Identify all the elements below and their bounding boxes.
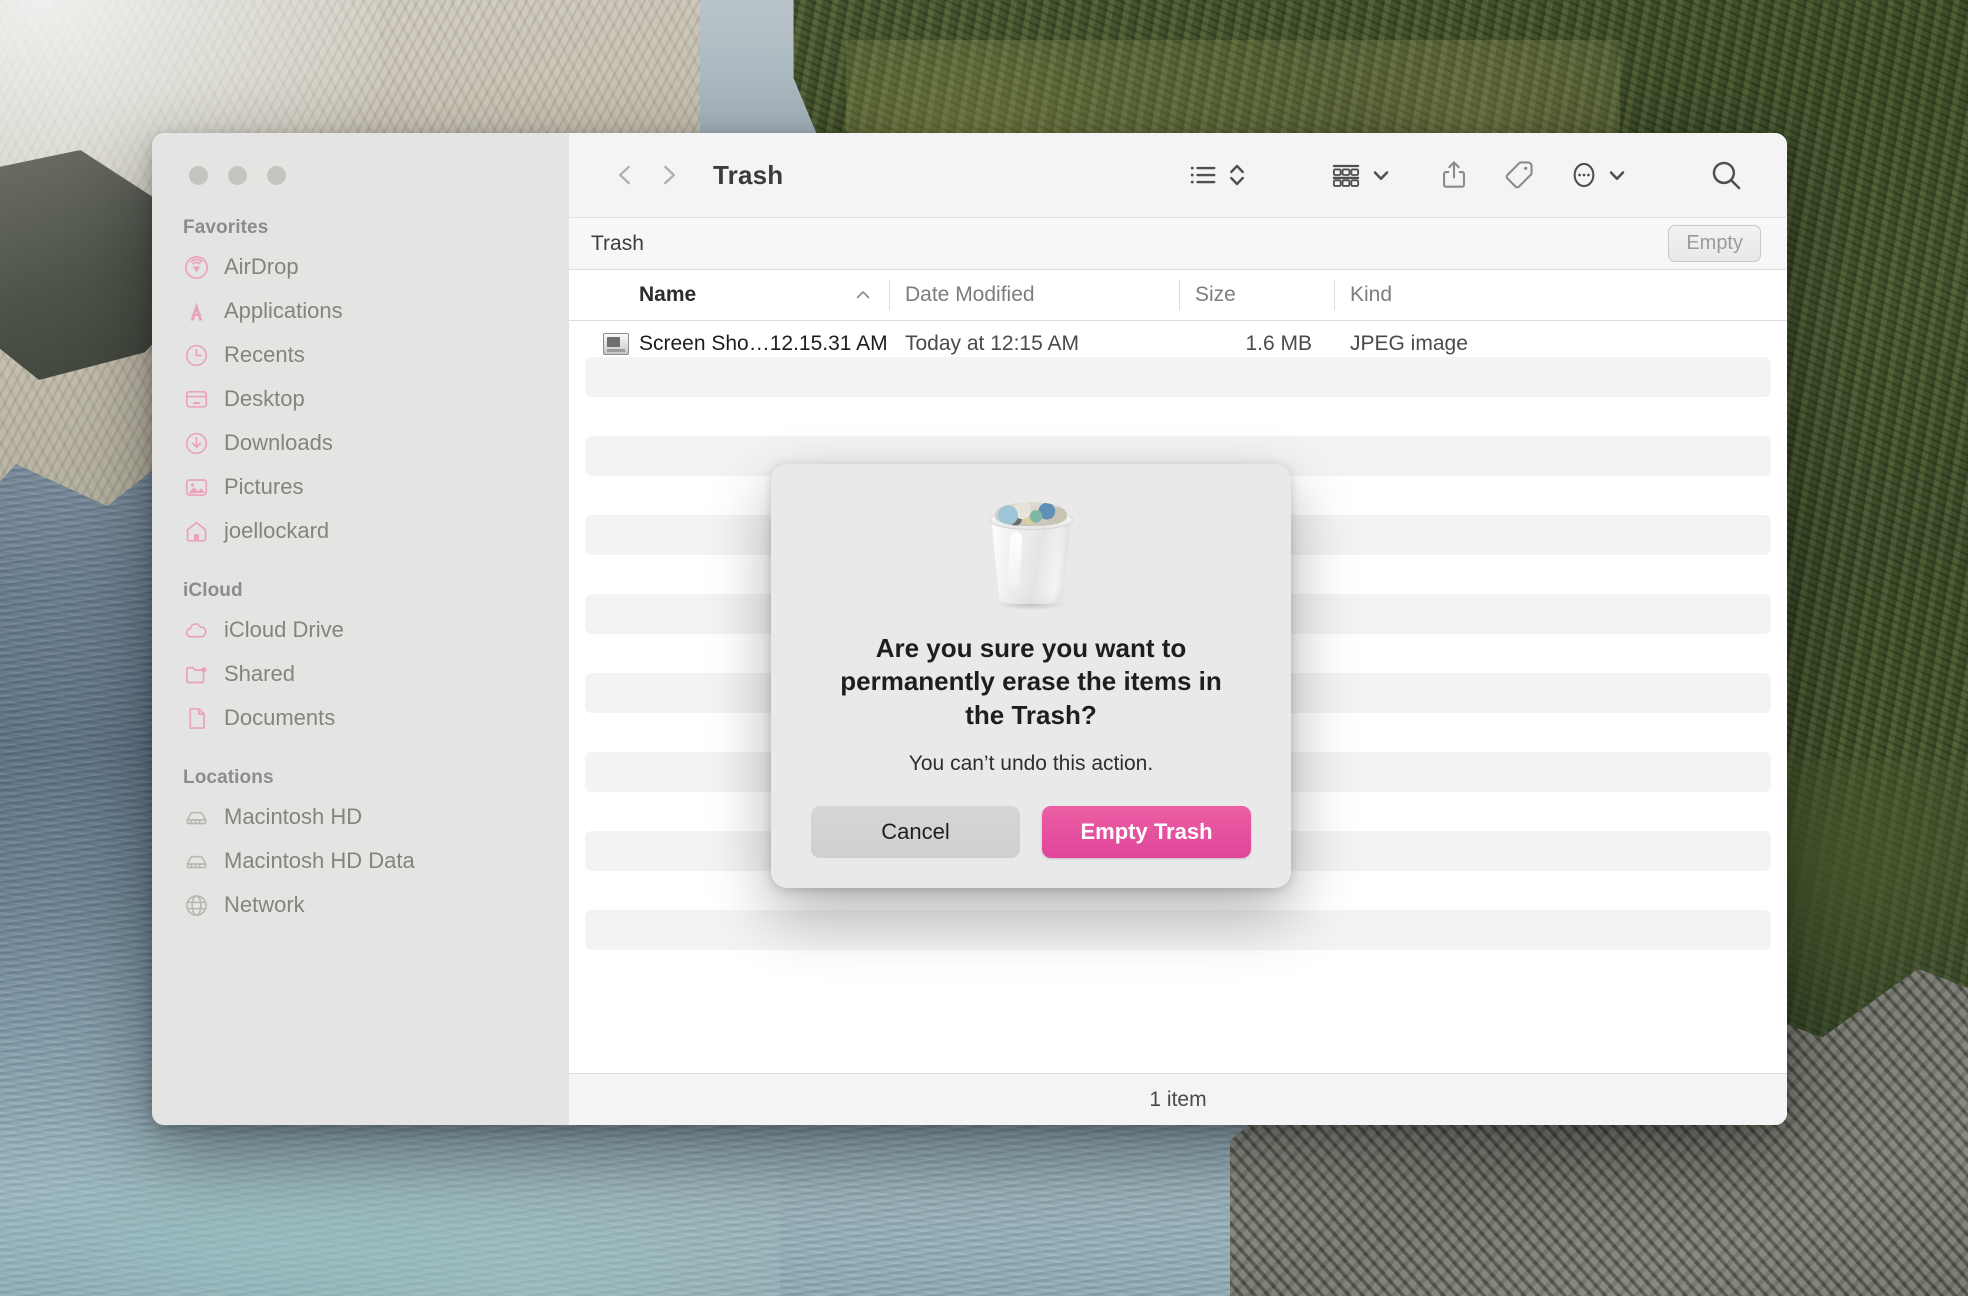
close-button[interactable] — [189, 166, 208, 185]
dialog-subtext: You can’t undo this action. — [908, 751, 1154, 775]
group-by-icon[interactable] — [1325, 152, 1367, 198]
document-icon — [183, 705, 210, 732]
sidebar: Favorites AirDrop Applications Recents D… — [152, 133, 569, 1125]
list-view-icon[interactable] — [1183, 152, 1223, 198]
home-icon — [183, 518, 210, 545]
column-header-size[interactable]: Size — [1179, 270, 1334, 320]
sidebar-item-label: Downloads — [224, 430, 333, 455]
forward-button[interactable] — [647, 153, 691, 197]
toolbar: Trash — [569, 133, 1787, 217]
row-stripe — [585, 910, 1771, 950]
sidebar-item-desktop[interactable]: Desktop — [152, 377, 569, 421]
file-date-cell: Today at 12:15 AM — [905, 332, 1079, 355]
sidebar-item-label: Shared — [224, 661, 295, 686]
sidebar-item-recents[interactable]: Recents — [152, 333, 569, 377]
column-header-kind[interactable]: Kind — [1334, 270, 1787, 320]
sidebar-item-documents[interactable]: Documents — [152, 696, 569, 740]
tag-icon[interactable] — [1499, 152, 1539, 198]
screenshot-thumbnail-icon — [603, 333, 629, 355]
column-headers: Name Date Modified Size Kind — [569, 269, 1787, 321]
sidebar-item-label: Desktop — [224, 386, 305, 411]
zoom-button[interactable] — [267, 166, 286, 185]
desktop-icon — [183, 386, 210, 413]
sidebar-item-icloud-drive[interactable]: iCloud Drive — [152, 608, 569, 652]
empty-trash-dialog: Are you sure you want to permanently era… — [771, 464, 1291, 888]
chevron-down-icon[interactable] — [1603, 152, 1631, 198]
column-header-date-modified[interactable]: Date Modified — [889, 270, 1179, 320]
column-header-label: Size — [1195, 283, 1236, 306]
path-bar-label: Trash — [591, 231, 644, 255]
table-row[interactable]: Screen Sho…12.15.31 AM Today at 12:15 AM… — [569, 321, 1787, 367]
sidebar-item-network[interactable]: Network — [152, 883, 569, 927]
hard-drive-icon — [183, 848, 210, 875]
sidebar-scroll-area: Favorites AirDrop Applications Recents D… — [152, 185, 569, 927]
traffic-light-buttons — [152, 133, 569, 185]
sidebar-item-label: Recents — [224, 342, 305, 367]
clock-icon — [183, 342, 210, 369]
column-header-label: Kind — [1350, 283, 1393, 306]
shared-folder-icon — [183, 661, 210, 688]
sidebar-item-label: Macintosh HD Data — [224, 848, 415, 873]
sidebar-item-label: iCloud Drive — [224, 617, 344, 642]
globe-icon — [183, 892, 210, 919]
desktop-wallpaper: Favorites AirDrop Applications Recents D… — [0, 0, 1968, 1296]
more-ellipsis-icon[interactable] — [1565, 152, 1603, 198]
pictures-icon — [183, 474, 210, 501]
back-button[interactable] — [603, 153, 647, 197]
sidebar-item-label: AirDrop — [224, 254, 299, 279]
status-bar-text: 1 item — [1149, 1087, 1207, 1111]
share-icon[interactable] — [1435, 152, 1473, 198]
dialog-button-row: Cancel Empty Trash — [811, 805, 1251, 858]
sidebar-section-favorites: Favorites AirDrop Applications Recents D… — [152, 217, 569, 553]
hard-drive-icon — [183, 804, 210, 831]
sidebar-item-home[interactable]: joellockard — [152, 509, 569, 553]
sidebar-item-macintosh-hd[interactable]: Macintosh HD — [152, 795, 569, 839]
chevron-down-icon[interactable] — [1367, 152, 1395, 198]
search-icon[interactable] — [1705, 152, 1747, 198]
sidebar-section-icloud: iCloud iCloud Drive Shared Documents — [152, 580, 569, 740]
download-icon — [183, 430, 210, 457]
sidebar-item-downloads[interactable]: Downloads — [152, 421, 569, 465]
sidebar-section-title-favorites: Favorites — [183, 217, 269, 238]
sidebar-item-label: Pictures — [224, 474, 304, 499]
sidebar-item-label: Documents — [224, 705, 336, 730]
sort-chevrons-icon[interactable] — [1223, 152, 1251, 198]
empty-button[interactable]: Empty — [1668, 225, 1761, 262]
sidebar-section-locations: Locations Macintosh HD Macintosh HD Data… — [152, 767, 569, 927]
sidebar-section-title-locations: Locations — [183, 767, 274, 788]
trash-can-icon — [811, 498, 1251, 610]
sidebar-item-label: joellockard — [224, 518, 330, 543]
sidebar-section-title-icloud: iCloud — [183, 580, 243, 601]
sidebar-item-shared[interactable]: Shared — [152, 652, 569, 696]
column-header-label: Name — [639, 283, 697, 306]
page-title: Trash — [713, 159, 784, 190]
sidebar-item-label: Applications — [224, 298, 343, 323]
airdrop-icon — [183, 254, 210, 281]
file-name-text: Screen Sho…12.15.31 AM — [639, 332, 888, 355]
dialog-headline: Are you sure you want to permanently era… — [840, 633, 1222, 730]
column-header-name[interactable]: Name — [569, 270, 889, 320]
cancel-button[interactable]: Cancel — [811, 805, 1020, 858]
path-bar: Trash Empty — [569, 217, 1787, 269]
file-kind-cell: JPEG image — [1350, 332, 1468, 355]
status-bar: 1 item — [569, 1073, 1787, 1125]
applications-icon — [183, 298, 210, 325]
sidebar-item-pictures[interactable]: Pictures — [152, 465, 569, 509]
file-name-cell: Screen Sho…12.15.31 AM — [569, 332, 889, 356]
sidebar-item-macintosh-hd-data[interactable]: Macintosh HD Data — [152, 839, 569, 883]
file-size-cell: 1.6 MB — [1245, 332, 1312, 355]
sidebar-item-applications[interactable]: Applications — [152, 289, 569, 333]
sidebar-item-label: Network — [224, 892, 305, 917]
empty-trash-button[interactable]: Empty Trash — [1042, 805, 1251, 858]
cloud-icon — [183, 617, 210, 644]
sidebar-item-airdrop[interactable]: AirDrop — [152, 245, 569, 289]
sort-ascending-caret — [855, 283, 871, 307]
column-header-label: Date Modified — [905, 283, 1035, 306]
sidebar-item-label: Macintosh HD — [224, 804, 363, 829]
minimize-button[interactable] — [228, 166, 247, 185]
